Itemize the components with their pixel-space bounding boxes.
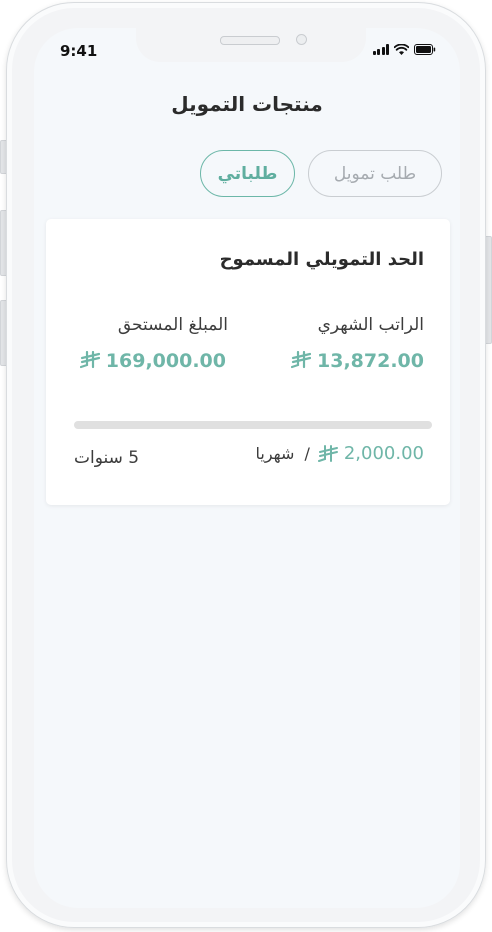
status-icons	[372, 44, 437, 55]
phone-frame: 9:41 منتجات التمويل طلب تمويل طلباتي الح…	[6, 2, 486, 928]
due-amount-label: المبلغ المستحق	[117, 315, 228, 335]
tab-funding-request[interactable]: طلب تمويل	[308, 150, 442, 197]
progress-track	[74, 421, 432, 429]
notch	[136, 28, 366, 62]
monthly-salary-label: الراتب الشهري	[317, 315, 424, 335]
installment-value: 2,000.00	[343, 443, 424, 464]
monthly-salary-value: 13,872.00	[291, 350, 424, 372]
speaker	[220, 36, 280, 45]
status-time: 9:41	[60, 42, 98, 60]
riyal-icon	[317, 444, 338, 462]
installment-amount: شهريا / 2,000.00	[256, 443, 424, 464]
signal-icon	[372, 44, 389, 55]
riyal-icon	[79, 351, 100, 369]
duration-label: 5 سنوات	[74, 448, 140, 468]
battery-icon	[414, 44, 436, 55]
app-screen: 9:41 منتجات التمويل طلب تمويل طلباتي الح…	[34, 28, 460, 908]
separator: /	[304, 444, 310, 463]
page-title: منتجات التمويل	[171, 92, 323, 116]
tab-my-requests[interactable]: طلباتي	[200, 150, 295, 197]
power-button	[485, 236, 492, 344]
installment-period: شهريا	[255, 444, 295, 463]
due-amount-text: 169,000.00	[105, 350, 226, 372]
card-title: الحد التمويلي المسموح	[219, 249, 424, 270]
riyal-icon	[291, 351, 312, 369]
front-camera	[296, 34, 307, 45]
wifi-icon	[394, 44, 409, 55]
financing-limit-card: الحد التمويلي المسموح الراتب الشهري المب…	[46, 219, 450, 505]
salary-amount-text: 13,872.00	[317, 350, 424, 372]
due-amount-value: 169,000.00	[79, 350, 226, 372]
